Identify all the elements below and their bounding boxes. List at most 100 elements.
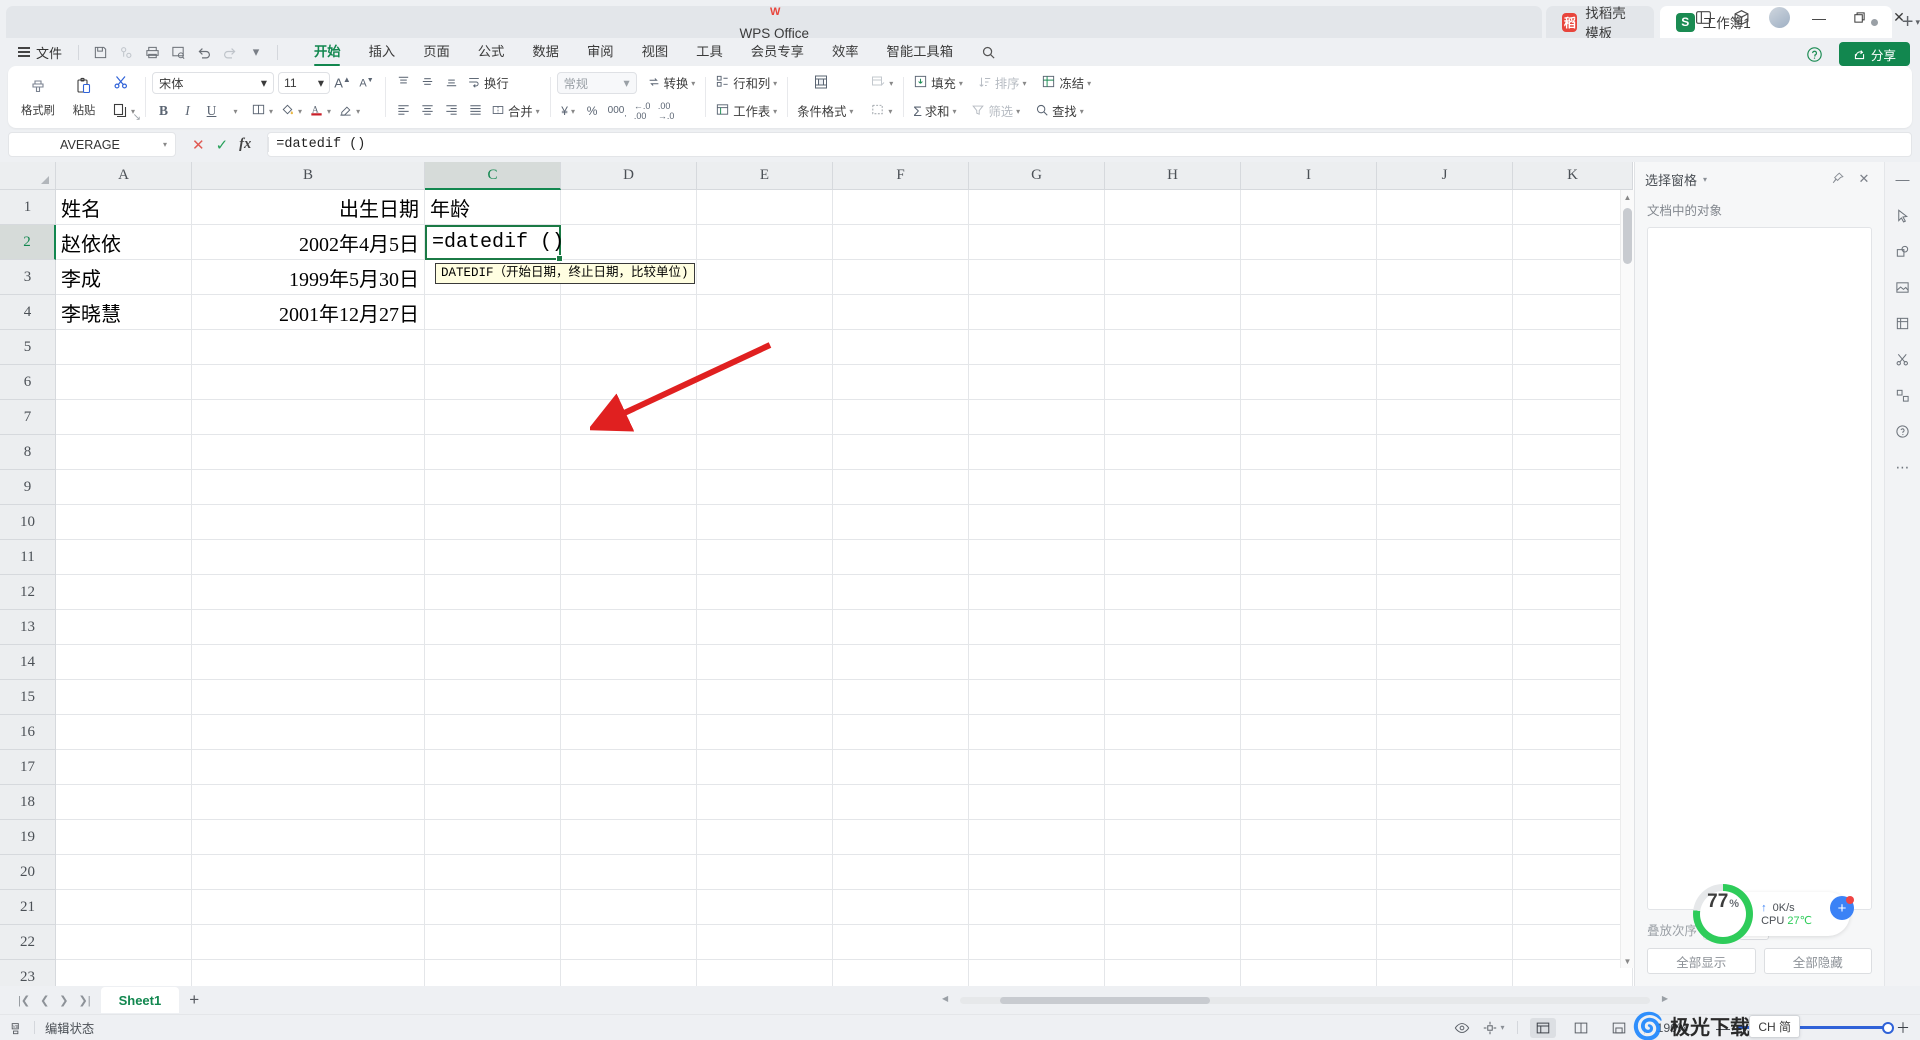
file-menu-button[interactable]: 文件 <box>10 43 70 62</box>
cell-A16[interactable] <box>56 715 192 750</box>
cell-H11[interactable] <box>1105 540 1241 575</box>
cell-A4[interactable]: 李晓慧 <box>56 295 192 330</box>
cell-F22[interactable] <box>833 925 969 960</box>
cell-A8[interactable] <box>56 435 192 470</box>
chevron-down-icon[interactable]: ▾ <box>571 107 575 116</box>
cell-F21[interactable] <box>833 890 969 925</box>
hide-all-button[interactable]: 全部隐藏 <box>1763 948 1872 974</box>
cell-H7[interactable] <box>1105 400 1241 435</box>
cell-K16[interactable] <box>1513 715 1633 750</box>
chevron-down-icon[interactable]: ▾ <box>773 79 777 88</box>
cell-D9[interactable] <box>561 470 697 505</box>
column-header-D[interactable]: D <box>561 162 697 190</box>
tab-wps-office[interactable]: W WPS Office <box>6 6 1543 41</box>
column-header-A[interactable]: A <box>56 162 192 190</box>
cell-F11[interactable] <box>833 540 969 575</box>
picture-icon[interactable] <box>1891 276 1915 298</box>
cell-F8[interactable] <box>833 435 969 470</box>
cell-B11[interactable] <box>192 540 425 575</box>
cell-H9[interactable] <box>1105 470 1241 505</box>
cell-C23[interactable] <box>425 960 561 986</box>
cell-C17[interactable] <box>425 750 561 785</box>
cell-I5[interactable] <box>1241 330 1377 365</box>
scissors-tool-icon[interactable] <box>1891 348 1915 370</box>
cell-G15[interactable] <box>969 680 1105 715</box>
cell-C13[interactable] <box>425 610 561 645</box>
scroll-down-icon[interactable]: ▼ <box>1621 954 1634 968</box>
cell-G12[interactable] <box>969 575 1105 610</box>
cell-I13[interactable] <box>1241 610 1377 645</box>
column-header-I[interactable]: I <box>1241 162 1377 190</box>
cell-K11[interactable] <box>1513 540 1633 575</box>
find-button[interactable]: 查找 ▾ <box>1032 100 1087 123</box>
cell-J3[interactable] <box>1377 260 1513 295</box>
cell-D4[interactable] <box>561 295 697 330</box>
cell-B22[interactable] <box>192 925 425 960</box>
formula-input[interactable]: =datedif () <box>267 132 1912 157</box>
cell-F15[interactable] <box>833 680 969 715</box>
align-bottom-button[interactable] <box>440 72 463 95</box>
cell-D14[interactable] <box>561 645 697 680</box>
cell-E14[interactable] <box>697 645 833 680</box>
column-header-B[interactable]: B <box>192 162 425 190</box>
cell-G23[interactable] <box>969 960 1105 986</box>
chevron-down-icon[interactable]: ▾ <box>1080 107 1084 116</box>
cell-A15[interactable] <box>56 680 192 715</box>
chevron-down-icon[interactable]: ▾ <box>1703 175 1707 184</box>
redo-icon[interactable] <box>217 41 243 63</box>
cell-F10[interactable] <box>833 505 969 540</box>
maximize-button[interactable] <box>1848 8 1870 28</box>
cell-A14[interactable] <box>56 645 192 680</box>
italic-button[interactable]: I <box>176 100 199 123</box>
next-sheet-button[interactable]: ❯ <box>59 994 68 1007</box>
cell-K10[interactable] <box>1513 505 1633 540</box>
ribbon-tab-tools[interactable]: 工具 <box>682 38 737 66</box>
cell-F2[interactable] <box>833 225 969 260</box>
cell-E6[interactable] <box>697 365 833 400</box>
fill-button[interactable]: 填充 ▾ <box>910 72 966 95</box>
cell-I9[interactable] <box>1241 470 1377 505</box>
cell-B14[interactable] <box>192 645 425 680</box>
cell-K4[interactable] <box>1513 295 1633 330</box>
column-header-H[interactable]: H <box>1105 162 1241 190</box>
cell-G22[interactable] <box>969 925 1105 960</box>
object-list[interactable] <box>1647 227 1872 910</box>
cell-H18[interactable] <box>1105 785 1241 820</box>
cell-D15[interactable] <box>561 680 697 715</box>
row-header-8[interactable]: 8 <box>0 435 56 470</box>
cell-K23[interactable] <box>1513 960 1633 986</box>
cell-D10[interactable] <box>561 505 697 540</box>
cell-E4[interactable] <box>697 295 833 330</box>
cell-H19[interactable] <box>1105 820 1241 855</box>
cloud-sync-icon[interactable] <box>113 41 139 63</box>
cell-I16[interactable] <box>1241 715 1377 750</box>
cell-J8[interactable] <box>1377 435 1513 470</box>
cell-F4[interactable] <box>833 295 969 330</box>
eye-icon[interactable] <box>1454 1020 1470 1036</box>
cell-G16[interactable] <box>969 715 1105 750</box>
cell-A20[interactable] <box>56 855 192 890</box>
chevron-down-icon[interactable]: ▾ <box>327 107 331 116</box>
shapes-icon[interactable] <box>1891 240 1915 262</box>
align-center-button[interactable] <box>416 100 439 123</box>
cell-J15[interactable] <box>1377 680 1513 715</box>
cell-A5[interactable] <box>56 330 192 365</box>
cell-H15[interactable] <box>1105 680 1241 715</box>
borders-button[interactable]: ▾ <box>248 100 276 123</box>
chevron-down-icon[interactable]: ▾ <box>849 107 853 116</box>
chevron-down-icon[interactable]: ▾ <box>691 79 695 88</box>
cell-C20[interactable] <box>425 855 561 890</box>
cell-E18[interactable] <box>697 785 833 820</box>
cell-D18[interactable] <box>561 785 697 820</box>
cell-C11[interactable] <box>425 540 561 575</box>
minimize-button[interactable]: — <box>1808 8 1830 28</box>
cell-A13[interactable] <box>56 610 192 645</box>
avatar[interactable] <box>1769 7 1790 28</box>
percent-button[interactable]: % <box>581 100 604 123</box>
cell-B18[interactable] <box>192 785 425 820</box>
cell-K3[interactable] <box>1513 260 1633 295</box>
cell-I21[interactable] <box>1241 890 1377 925</box>
paste-button[interactable]: 粘贴 <box>61 69 107 125</box>
cell-G8[interactable] <box>969 435 1105 470</box>
cell-C5[interactable] <box>425 330 561 365</box>
